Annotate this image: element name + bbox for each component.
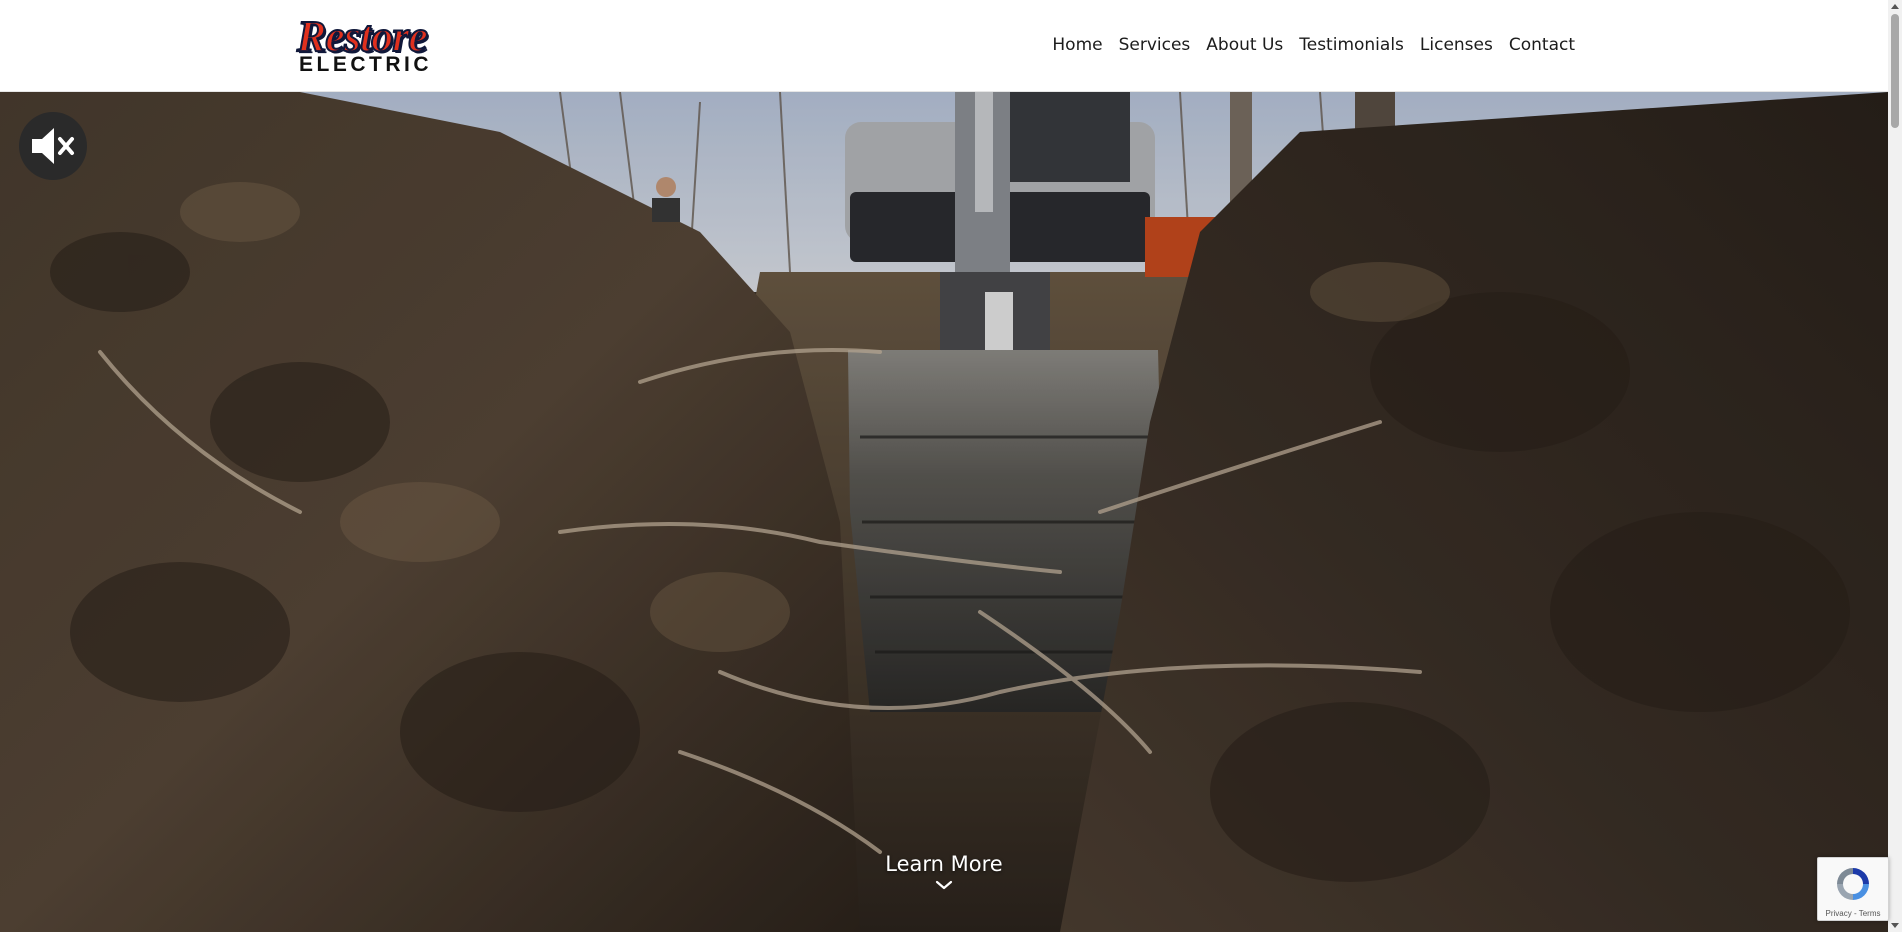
- nav-home[interactable]: Home: [1044, 32, 1110, 58]
- learn-more-link[interactable]: Learn More: [820, 852, 1068, 890]
- site-header: Restore ELECTRIC Home Services About Us …: [0, 0, 1888, 92]
- learn-more-label: Learn More: [885, 852, 1003, 876]
- logo[interactable]: Restore ELECTRIC: [296, 11, 461, 77]
- scroll-up-arrow-icon[interactable]: [1891, 4, 1899, 9]
- nav-testimonials[interactable]: Testimonials: [1291, 32, 1412, 58]
- nav-licenses[interactable]: Licenses: [1412, 32, 1501, 58]
- page-scrollbar[interactable]: [1888, 0, 1902, 932]
- nav-contact[interactable]: Contact: [1501, 32, 1583, 58]
- speaker-muted-icon: [32, 128, 74, 164]
- scroll-down-arrow-icon[interactable]: [1891, 923, 1899, 928]
- recaptcha-icon: [1837, 868, 1869, 900]
- chevron-down-icon: [935, 880, 953, 890]
- mute-toggle-button[interactable]: [19, 112, 87, 180]
- nav-about-us[interactable]: About Us: [1198, 32, 1291, 58]
- recaptcha-terms[interactable]: Privacy - Terms: [1818, 909, 1888, 918]
- main-nav: Home Services About Us Testimonials Lice…: [1044, 32, 1583, 58]
- hero-video: [0, 92, 1888, 932]
- logo-wordmark-electric: ELECTRIC: [299, 53, 432, 76]
- hero-scene-image: [0, 92, 1888, 932]
- nav-services[interactable]: Services: [1111, 32, 1199, 58]
- recaptcha-badge[interactable]: Privacy - Terms: [1817, 857, 1889, 921]
- scrollbar-thumb[interactable]: [1891, 14, 1899, 128]
